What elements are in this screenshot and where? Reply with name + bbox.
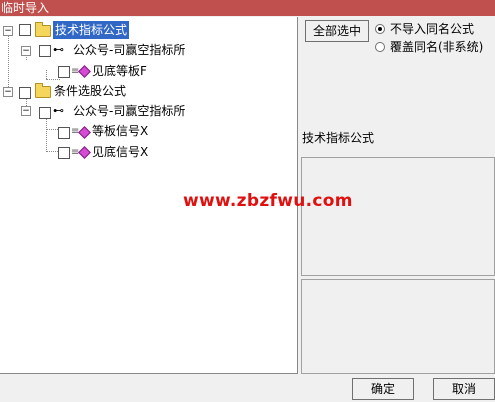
formula-type-label: 技术指标公式 [302, 131, 375, 145]
tree-node-technical-formulas[interactable]: − 技术指标公式 [0, 21, 160, 39]
tree-node-screening-formulas[interactable]: − 条件选股公式 [0, 82, 160, 100]
key-icon: ⊷ [53, 104, 64, 117]
key-icon: ⊷ [53, 43, 64, 56]
radio-skip-duplicates[interactable] [375, 24, 385, 34]
title-bar: 临时导入 [0, 0, 495, 16]
node-checkbox[interactable] [19, 87, 31, 99]
tree-node-item[interactable]: ≡ 见底信号X [0, 143, 160, 161]
tree-node-label: 见底等板F [92, 64, 147, 78]
tree-node-group[interactable]: − ⊷ 公众号-司赢空指标所 [0, 102, 200, 120]
node-checkbox[interactable] [58, 127, 70, 139]
collapse-toggle[interactable]: − [21, 46, 31, 56]
diamond-icon [78, 146, 91, 159]
node-checkbox[interactable] [58, 147, 70, 159]
tree-node-item[interactable]: ≡ 等板信号X [0, 122, 160, 140]
node-checkbox[interactable] [58, 66, 70, 78]
radio-overwrite-duplicates-label: 覆盖同名(非系统) [390, 40, 484, 54]
tree-node-label: 见底信号X [92, 145, 149, 159]
radio-overwrite-duplicates[interactable] [375, 42, 385, 52]
collapse-toggle[interactable]: − [3, 87, 13, 97]
collapse-toggle[interactable]: − [21, 106, 31, 116]
formula-detail-box[interactable] [301, 279, 495, 374]
formula-description-box[interactable] [301, 157, 495, 276]
tree-node-group[interactable]: − ⊷ 公众号-司赢空指标所 [0, 41, 200, 59]
tree-node-label: 条件选股公式 [54, 84, 127, 98]
watermark-text: www.zbzfwu.com [183, 191, 353, 211]
diamond-icon [78, 126, 91, 139]
radio-skip-duplicates-label: 不导入同名公式 [390, 22, 475, 36]
node-checkbox[interactable] [19, 24, 31, 36]
folder-icon [35, 83, 51, 98]
node-checkbox[interactable] [39, 107, 51, 119]
node-checkbox[interactable] [39, 45, 51, 57]
tree-node-item[interactable]: ≡ 见底等板F [0, 62, 160, 80]
tree-node-label: 技术指标公式 [53, 21, 130, 39]
select-all-button[interactable]: 全部选中 [305, 20, 369, 42]
ok-button[interactable]: 确定 [352, 378, 414, 400]
folder-icon [35, 22, 51, 37]
tree-node-label: 公众号-司赢空指标所 [73, 43, 186, 57]
tree-node-label: 公众号-司赢空指标所 [73, 104, 186, 118]
window-title: 临时导入 [1, 1, 50, 15]
collapse-toggle[interactable]: − [3, 26, 13, 36]
cancel-button[interactable]: 取消 [433, 378, 495, 400]
diamond-icon [78, 65, 91, 78]
tree-node-label: 等板信号X [92, 124, 149, 138]
